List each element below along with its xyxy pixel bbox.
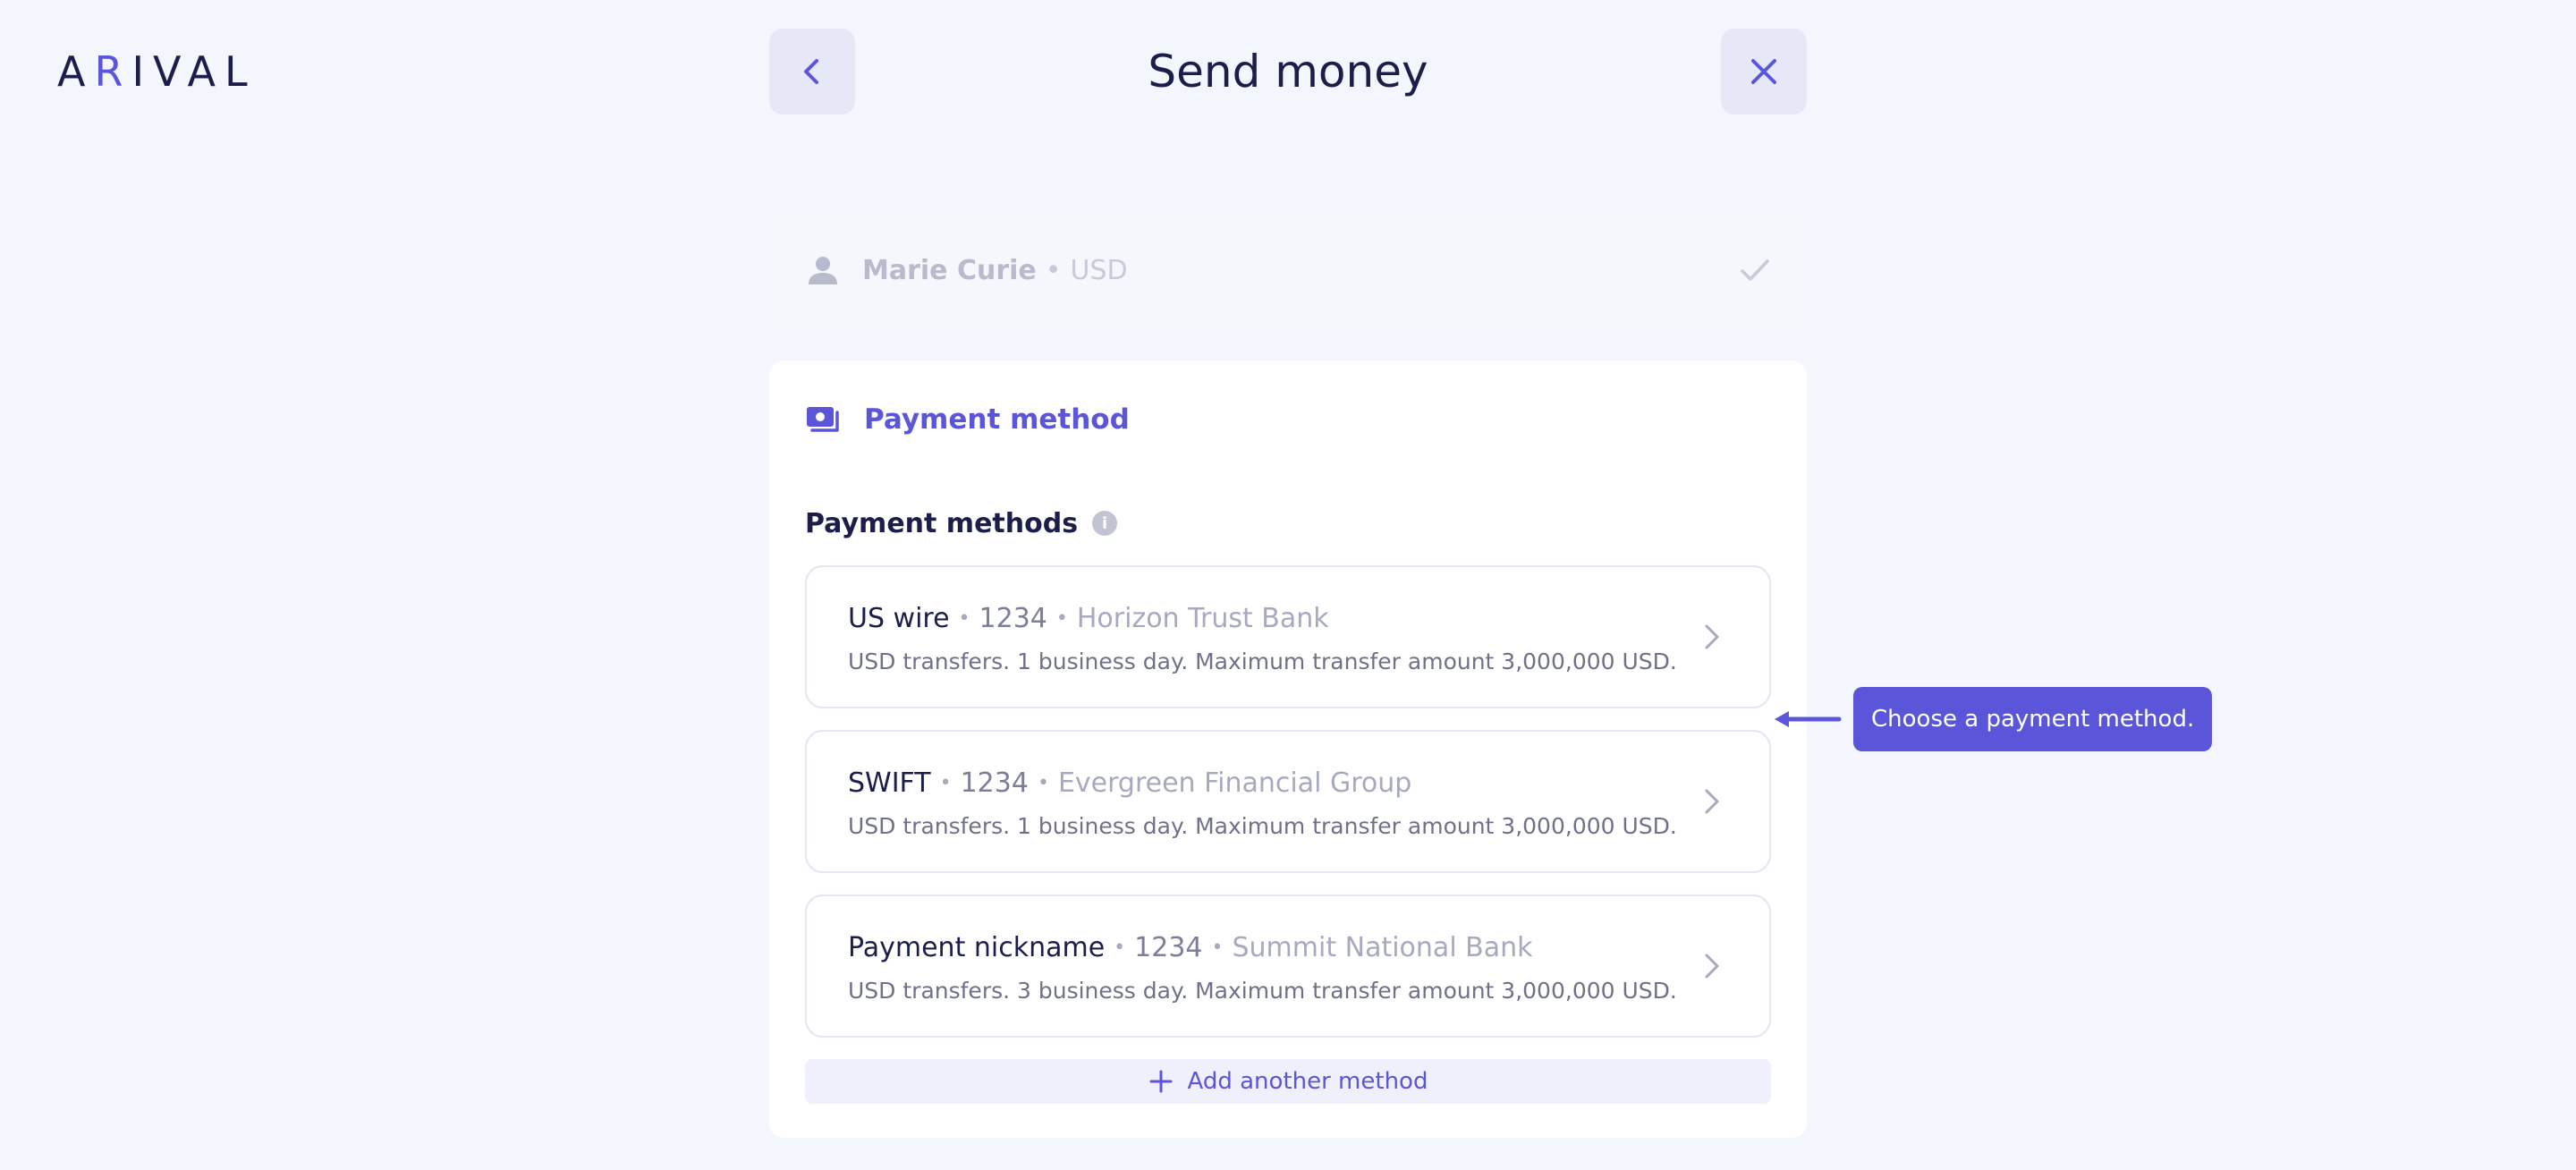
method-description: USD transfers. 1 business day. Maximum t… [848,649,1677,674]
person-icon [809,257,837,284]
payment-methods-heading: Payment methods [805,507,1079,539]
add-method-button[interactable]: Add another method [805,1059,1771,1104]
add-method-label: Add another method [1187,1068,1428,1095]
method-name: US wire [848,603,950,634]
method-title-line: US wire • 1234 • Horizon Trust Bank [848,601,1329,637]
method-title-line: SWIFT • 1234 • Evergreen Financial Group [848,766,1411,801]
tooltip-text: Choose a payment method. [1871,706,2195,733]
payment-methods-label: Payment methods i [805,504,1118,542]
chevron-right-icon [1705,789,1719,814]
payment-method-item-us-wire[interactable]: US wire • 1234 • Horizon Trust Bank USD tran… [805,565,1771,708]
recipient-currency: USD [1070,254,1128,286]
method-description: USD transfers. 1 business day. Maximum t… [848,813,1677,839]
method-bank-name: Horizon Trust Bank [1076,603,1329,634]
method-description: USD transfers. 3 business day. Maximum t… [848,978,1677,1004]
payment-method-title: Payment method [864,403,1130,436]
payment-method-header: Payment method [805,397,1130,442]
method-bank-name: Evergreen Financial Group [1057,767,1412,799]
payment-method-step: Payment method Payment methods i US wire… [769,361,1807,1138]
method-title-line: Payment nickname • 1234 • Summit National Ba… [848,930,1533,966]
method-name: SWIFT [848,767,931,799]
recipient-step[interactable]: Marie Curie • USD [769,216,1807,324]
method-account-number: 1234 [979,603,1047,634]
payment-method-item-nickname[interactable]: Payment nickname • 1234 • Summit National Ba… [805,894,1771,1038]
method-separator: • [1114,937,1126,959]
recipient-separator: • [1045,254,1062,286]
method-name: Payment nickname [848,932,1106,963]
method-account-number: 1234 [1134,932,1203,963]
arrow-left-icon [1775,711,1842,727]
money-icon [807,407,839,432]
check-icon [1741,259,1769,281]
close-icon [1751,59,1776,84]
method-bank-name: Summit National Bank [1232,932,1533,963]
method-separator: • [958,607,970,630]
info-icon[interactable]: i [1092,511,1118,536]
method-separator: • [1055,607,1068,630]
method-separator: • [1211,937,1224,959]
method-separator: • [939,772,952,794]
page: A R IVAL Send money Marie Curie • USD Pa… [0,0,2576,1170]
page-title: Send money [1148,46,1428,98]
method-separator: • [1037,772,1049,794]
recipient-name: Marie Curie [862,254,1037,286]
chevron-right-icon [1705,954,1719,979]
chevron-right-icon [1705,624,1719,649]
hint-tooltip: Choose a payment method. [1853,687,2213,751]
method-account-number: 1234 [960,767,1029,799]
payment-method-item-swift[interactable]: SWIFT • 1234 • Evergreen Financial Group USD… [805,730,1771,873]
plus-icon [1149,1070,1173,1093]
close-button[interactable] [1721,29,1807,114]
